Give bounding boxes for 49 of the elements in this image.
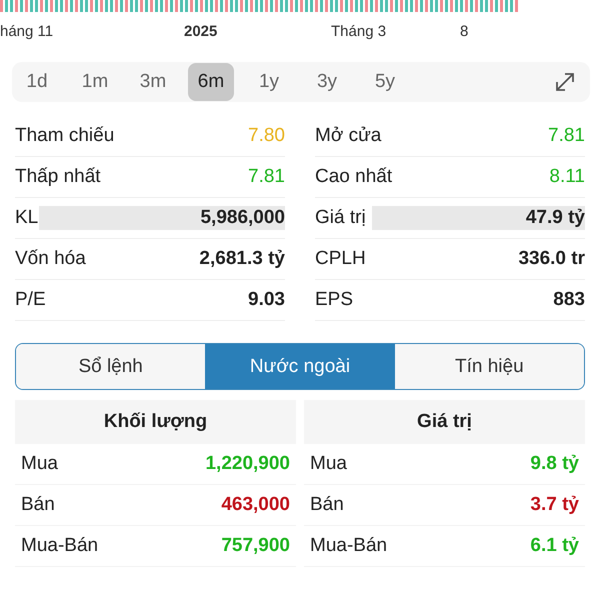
table-cell: 757,900: [221, 535, 290, 557]
stat-value: 7.80: [248, 125, 285, 147]
table-cell: Bán: [21, 494, 55, 516]
axis-label: 8: [460, 23, 468, 40]
axis-label: Tháng 3: [331, 23, 386, 40]
stat-label: Tham chiếu: [15, 125, 114, 147]
table-cell: Mua-Bán: [310, 535, 388, 557]
stat-value: 9.03: [248, 289, 285, 311]
expand-icon[interactable]: [554, 71, 576, 93]
stat-label: KL: [15, 207, 38, 229]
range-tab[interactable]: 5y: [362, 63, 408, 101]
stat-value: 883: [553, 289, 585, 311]
range-tab[interactable]: 3m: [130, 63, 176, 101]
segment-tab[interactable]: Sổ lệnh: [16, 344, 206, 389]
stat-label: Cao nhất: [315, 166, 392, 188]
table-header: Giá trị: [304, 400, 585, 444]
table-cell: Bán: [310, 494, 344, 516]
stat-value: 336.0 tr: [518, 248, 585, 270]
range-tab[interactable]: 1y: [246, 63, 292, 101]
range-tab[interactable]: 3y: [304, 63, 350, 101]
table-header: Khối lượng: [15, 400, 296, 444]
stat-label: EPS: [315, 289, 354, 311]
table-cell: Mua-Bán: [21, 535, 98, 557]
stat-label: Vốn hóa: [15, 248, 86, 270]
table-cell: 1,220,900: [205, 453, 290, 475]
table-cell: Mua: [21, 453, 58, 475]
table-cell: 3.7 tỷ: [530, 494, 579, 516]
segment-tab[interactable]: Nước ngoài: [205, 344, 395, 389]
stat-label: P/E: [15, 289, 46, 311]
range-tab[interactable]: 6m: [188, 63, 234, 101]
stat-value: 7.81: [248, 166, 285, 188]
range-tab[interactable]: 1d: [14, 63, 60, 101]
axis-label: háng 11: [0, 23, 54, 40]
range-tab[interactable]: 1m: [72, 63, 118, 101]
stat-value: 7.81: [548, 125, 585, 147]
stat-value: 8.11: [549, 166, 585, 188]
stat-value: 2,681.3 tỷ: [199, 248, 285, 270]
table-cell: Mua: [310, 453, 347, 475]
stat-label: Mở cửa: [315, 125, 382, 147]
table-cell: 9.8 tỷ: [530, 453, 579, 475]
segment-tab[interactable]: Tín hiệu: [394, 344, 584, 389]
stat-label: Thấp nhất: [15, 166, 101, 188]
table-cell: 463,000: [221, 494, 290, 516]
stat-label: CPLH: [315, 248, 366, 270]
stat-label: Giá trị: [315, 207, 366, 229]
table-cell: 6.1 tỷ: [530, 535, 579, 557]
stat-value: 47.9 tỷ: [526, 207, 585, 229]
axis-label: 2025: [184, 23, 218, 40]
stat-value: 5,986,000: [200, 207, 285, 229]
